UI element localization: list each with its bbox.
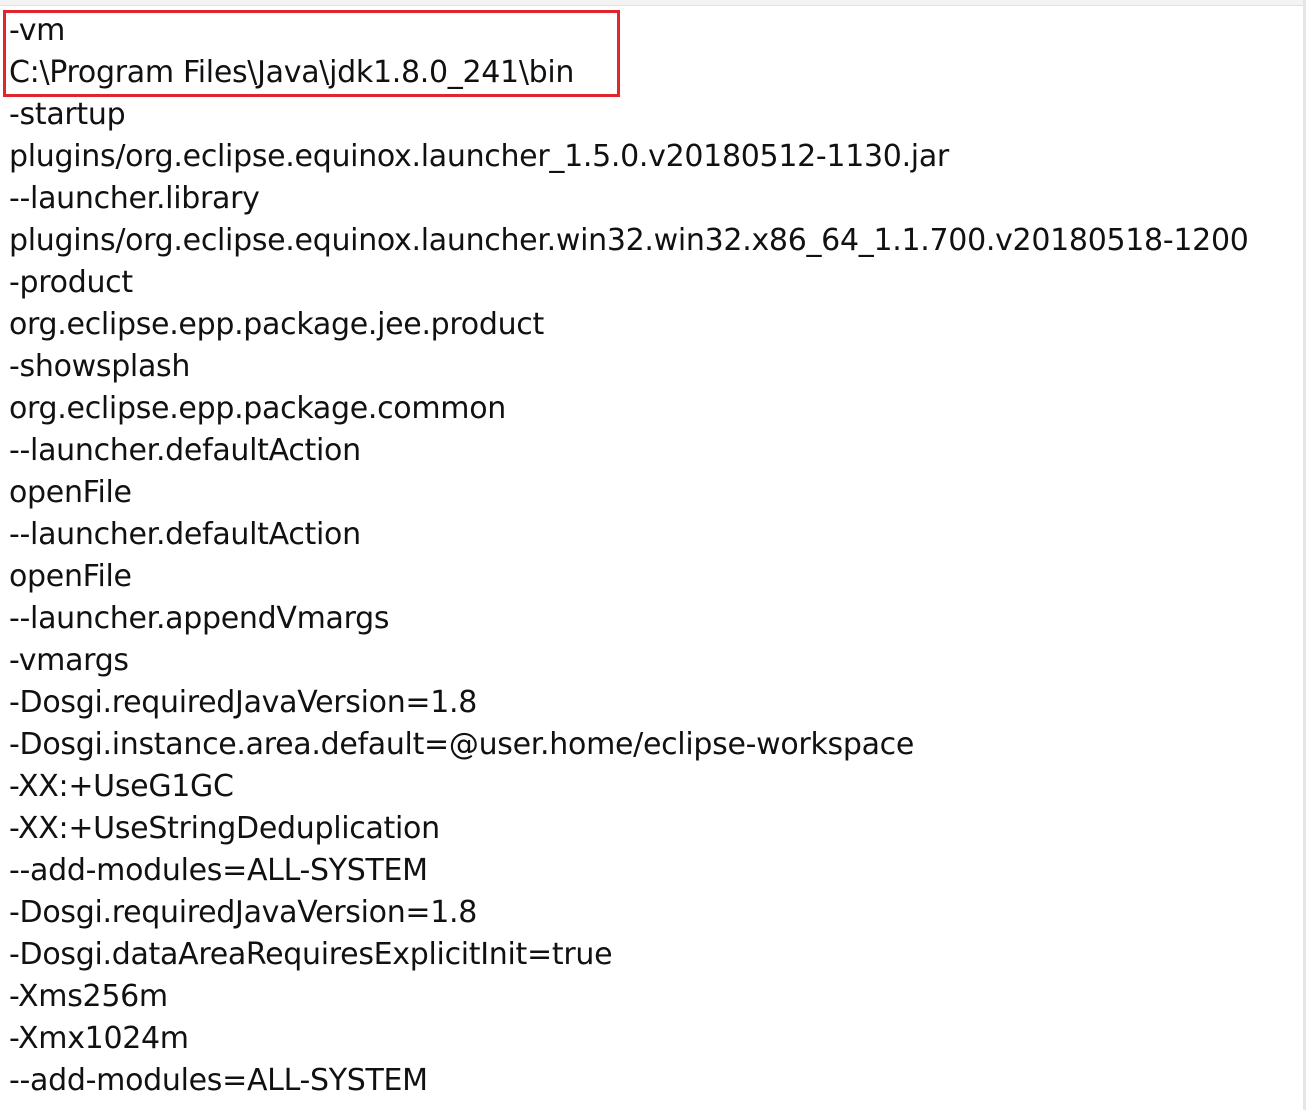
text-line[interactable]: --add-modules=ALL-SYSTEM [9, 850, 1299, 892]
editor-top-edge [0, 0, 1306, 6]
text-line[interactable]: -product [9, 262, 1299, 304]
text-line[interactable]: C:\Program Files\Java\jdk1.8.0_241\bin [9, 52, 1299, 94]
text-editor[interactable]: -vm C:\Program Files\Java\jdk1.8.0_241\b… [0, 0, 1306, 1110]
text-line[interactable]: openFile [9, 472, 1299, 514]
text-line[interactable]: -vmargs [9, 640, 1299, 682]
text-line[interactable]: openFile [9, 556, 1299, 598]
text-line[interactable]: -Dosgi.dataAreaRequiresExplicitInit=true [9, 934, 1299, 976]
text-line[interactable]: -Dosgi.requiredJavaVersion=1.8 [9, 682, 1299, 724]
text-line[interactable]: -Xms256m [9, 976, 1299, 1018]
text-line[interactable]: -Dosgi.requiredJavaVersion=1.8 [9, 892, 1299, 934]
text-line[interactable]: -Xmx1024m [9, 1018, 1299, 1060]
text-line[interactable]: --add-modules=ALL-SYSTEM [9, 1060, 1299, 1102]
text-line[interactable]: --launcher.library [9, 178, 1299, 220]
text-line[interactable]: -XX:+UseG1GC [9, 766, 1299, 808]
text-line[interactable]: --launcher.defaultAction [9, 514, 1299, 556]
text-line[interactable]: -XX:+UseStringDeduplication [9, 808, 1299, 850]
text-line[interactable]: -vm [9, 10, 1299, 52]
text-line[interactable]: --launcher.appendVmargs [9, 598, 1299, 640]
text-line[interactable]: plugins/org.eclipse.equinox.launcher_1.5… [9, 136, 1299, 178]
text-line[interactable]: org.eclipse.epp.package.jee.product [9, 304, 1299, 346]
text-line[interactable]: -startup [9, 94, 1299, 136]
text-line[interactable]: -Dosgi.instance.area.default=@user.home/… [9, 724, 1299, 766]
text-line[interactable]: org.eclipse.epp.package.common [9, 388, 1299, 430]
text-line[interactable]: --launcher.defaultAction [9, 430, 1299, 472]
text-line[interactable]: -showsplash [9, 346, 1299, 388]
text-line[interactable]: plugins/org.eclipse.equinox.launcher.win… [9, 220, 1299, 262]
editor-lines[interactable]: -vm C:\Program Files\Java\jdk1.8.0_241\b… [9, 10, 1299, 1102]
